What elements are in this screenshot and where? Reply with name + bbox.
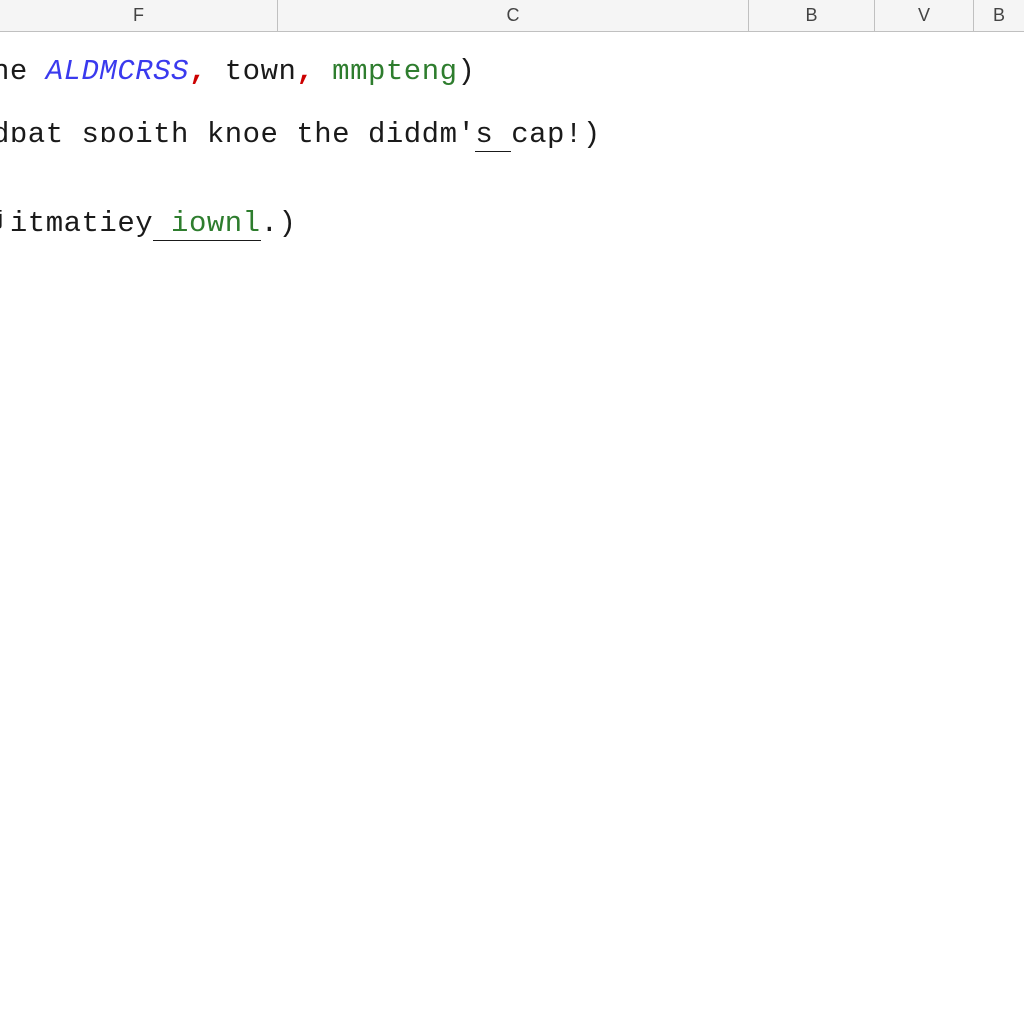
code-token-underlined: s — [475, 118, 511, 152]
col-header-B1[interactable]: B — [749, 0, 875, 31]
code-line-3[interactable]: ʲitmatiey iownl.) — [0, 202, 1024, 247]
col-header-B2[interactable]: B — [974, 0, 1024, 31]
col-header-F[interactable]: F — [0, 0, 278, 31]
code-token-comma: , — [296, 55, 314, 88]
code-token: .) — [261, 207, 297, 240]
col-header-V[interactable]: V — [875, 0, 974, 31]
col-header-C[interactable]: C — [278, 0, 749, 31]
code-token-green-underlined: iownl — [153, 207, 260, 241]
code-line-1[interactable]: ne ALDMCRSS, town, mmpteng) — [0, 50, 1024, 95]
code-token: ʲitmatiey — [0, 207, 153, 240]
code-token-comma: , — [189, 55, 207, 88]
code-token: ne — [0, 55, 46, 88]
column-header-row: F C B V B — [0, 0, 1024, 32]
code-token: ) — [458, 55, 476, 88]
code-token-keyword: ALDMCRSS — [46, 55, 189, 88]
code-token: cap!) — [511, 118, 601, 151]
editor-area[interactable]: ne ALDMCRSS, town, mmpteng) dɒat sɒoith … — [0, 32, 1024, 247]
code-line-2[interactable]: dɒat sɒoith knoe the diddm's cap!) — [0, 113, 1024, 158]
code-token: dɒat sɒoith knoe the diddm' — [0, 118, 475, 151]
code-token-green: mmpteng — [314, 55, 457, 88]
code-token: town — [207, 55, 297, 88]
